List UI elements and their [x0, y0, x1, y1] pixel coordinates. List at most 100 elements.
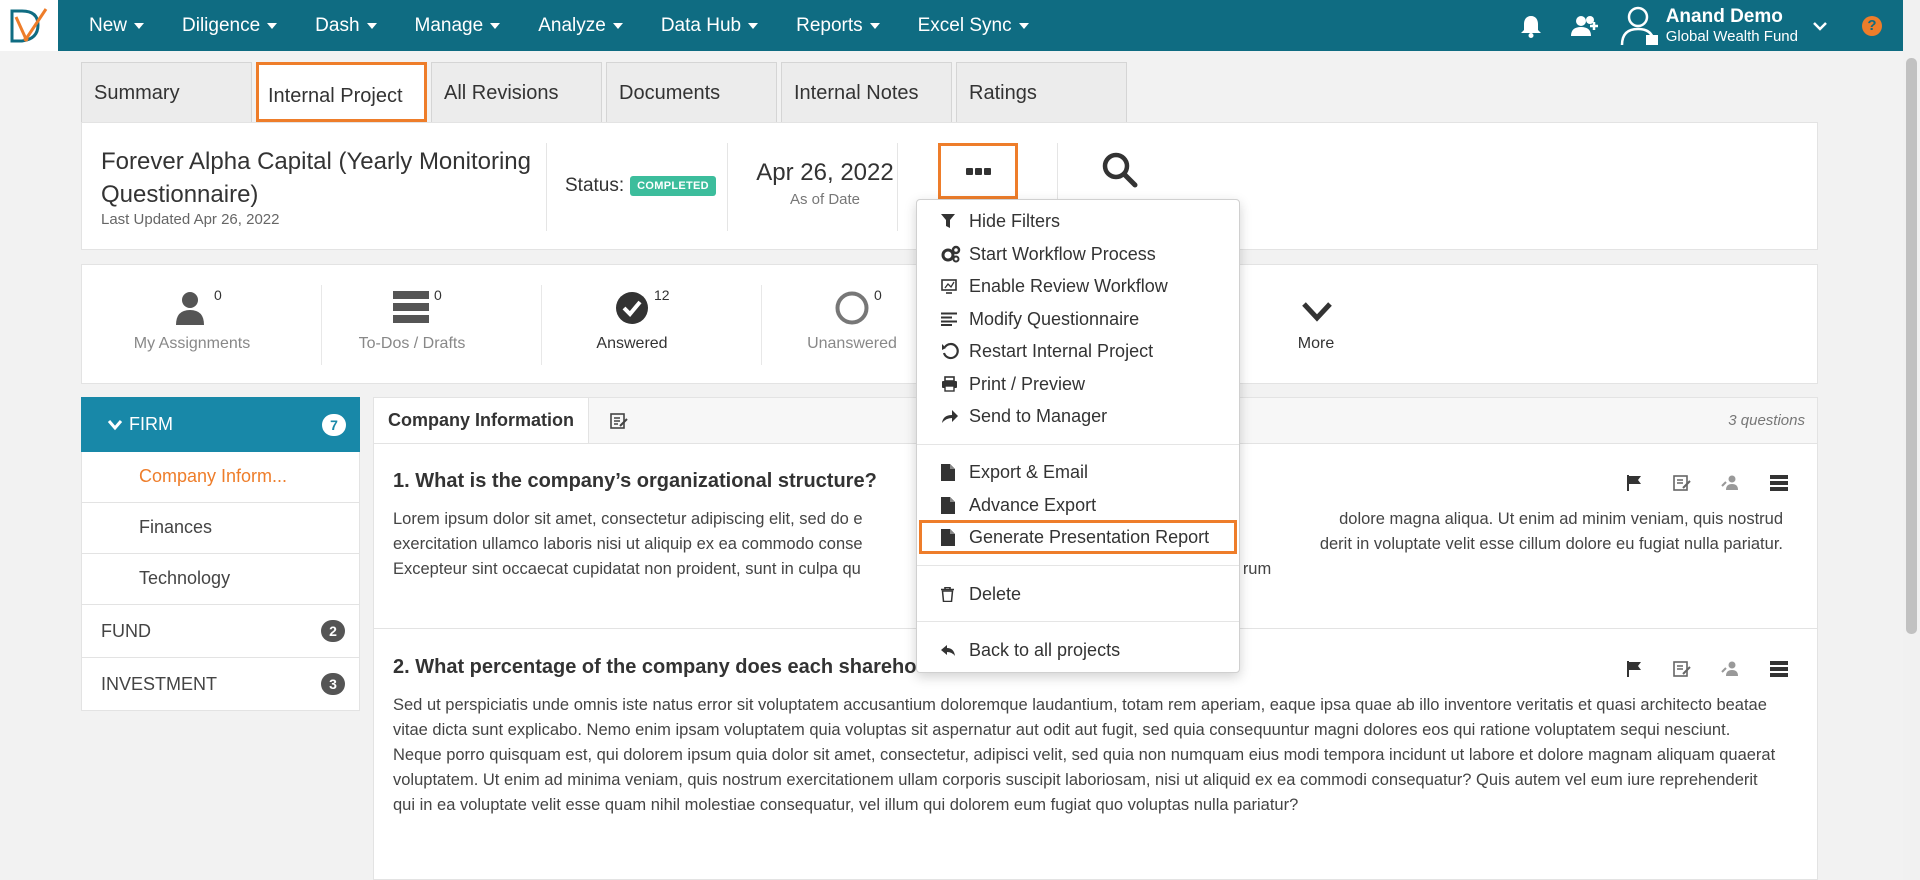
count-badge: 7 — [322, 414, 346, 436]
tab-all-revisions[interactable]: All Revisions — [431, 62, 602, 122]
sidebar-label: FIRM — [129, 414, 173, 434]
menu-item-label: Enable Review Workflow — [969, 275, 1168, 296]
server-icon — [393, 291, 429, 328]
chevron-down-icon — [1301, 301, 1333, 328]
nav-label: Dash — [315, 14, 360, 36]
database-icon[interactable] — [1769, 660, 1789, 678]
nav-label: Analyze — [538, 14, 606, 36]
scrollbar-thumb[interactable] — [1906, 58, 1917, 634]
count-badge: 2 — [321, 620, 345, 642]
menu-item-send-to-manager[interactable]: Send to Manager — [917, 401, 1239, 431]
database-icon[interactable] — [1769, 474, 1789, 492]
stat-count: 0 — [434, 287, 442, 303]
as-of-label: As of Date — [789, 191, 861, 208]
answer-text: rum — [1242, 560, 1272, 578]
menu-item-start-workflow[interactable]: Start Workflow Process — [917, 239, 1239, 269]
status-label: Status: — [565, 175, 625, 196]
more-actions-button[interactable] — [938, 143, 1018, 199]
menu-item-export-email[interactable]: Export & Email — [917, 457, 1239, 487]
nav-label: Data Hub — [660, 14, 742, 36]
dot — [983, 167, 991, 175]
menu-item-label: Back to all projects — [969, 639, 1121, 660]
align-left-icon — [941, 312, 965, 326]
section-title: Company Information — [374, 398, 590, 443]
more-actions-menu: Hide Filters Start Workflow Process Enab… — [916, 199, 1240, 673]
nav-label: Manage — [414, 14, 484, 36]
sidebar-item-finances[interactable]: Finances — [81, 503, 360, 554]
nav-reports[interactable]: Reports — [777, 0, 899, 51]
search-icon[interactable] — [1101, 151, 1139, 194]
edit-icon[interactable] — [1673, 474, 1691, 492]
file-icon — [941, 496, 965, 514]
top-navbar: New Diligence Dash Manage Analyze Data H… — [0, 0, 1920, 51]
assign-icon[interactable] — [1721, 474, 1739, 492]
page-scrollbar[interactable] — [1903, 0, 1920, 880]
nav-data-hub[interactable]: Data Hub — [642, 0, 777, 51]
tab-internal-project[interactable]: Internal Project — [256, 62, 427, 122]
menu-item-label: Print / Preview — [969, 373, 1086, 394]
user-name: Anand Demo — [1665, 5, 1783, 27]
flag-icon[interactable] — [1625, 474, 1643, 492]
caret-down-icon — [748, 22, 759, 29]
tab-documents[interactable]: Documents — [606, 62, 777, 122]
restart-icon — [941, 342, 965, 360]
caret-down-icon — [1018, 22, 1029, 29]
status: Status: COMPLETED — [565, 175, 716, 197]
help-icon[interactable]: ? — [1862, 15, 1882, 36]
menu-item-back-to-projects[interactable]: Back to all projects — [917, 635, 1239, 665]
nav-dash[interactable]: Dash — [296, 0, 395, 51]
answer-text: dolore magna aliqua. Ut enim ad minim ve… — [1339, 510, 1783, 528]
add-user-icon[interactable] — [1570, 14, 1600, 38]
nav-analyze[interactable]: Analyze — [519, 0, 642, 51]
menu-item-label: Start Workflow Process — [969, 243, 1156, 264]
file-icon — [941, 528, 965, 546]
menu-item-restart-project[interactable]: Restart Internal Project — [917, 336, 1239, 366]
menu-item-enable-review[interactable]: Enable Review Workflow — [917, 271, 1239, 301]
app-logo[interactable] — [0, 0, 58, 51]
nav-right: Anand Demo Global Wealth Fund ? — [1506, 0, 1920, 51]
cogs-icon — [941, 245, 965, 263]
sidebar-item-technology[interactable]: Technology — [81, 554, 360, 605]
tab-internal-notes[interactable]: Internal Notes — [781, 62, 952, 122]
nav-diligence[interactable]: Diligence — [163, 0, 296, 51]
question-count: 3 questions — [1728, 412, 1805, 429]
sidebar-item-investment[interactable]: INVESTMENT 3 — [81, 658, 360, 711]
nav-excel-sync[interactable]: Excel Sync — [899, 0, 1048, 51]
edit-icon[interactable] — [1673, 660, 1691, 678]
user-icon — [1620, 6, 1658, 45]
nav-manage[interactable]: Manage — [396, 0, 520, 51]
menu-item-hide-filters[interactable]: Hide Filters — [917, 206, 1239, 236]
stat-my-assignments[interactable]: 0 My Assignments — [82, 265, 302, 385]
question-2: 2. What percentage of the company does e… — [374, 656, 1817, 818]
assign-icon[interactable] — [1721, 660, 1739, 678]
share-icon — [941, 409, 965, 424]
last-updated: Last Updated Apr 26, 2022 — [101, 211, 280, 228]
flag-icon[interactable] — [1625, 660, 1643, 678]
sidebar-item-fund[interactable]: FUND 2 — [81, 605, 360, 658]
divider — [727, 143, 728, 231]
tab-ratings[interactable]: Ratings — [956, 62, 1127, 122]
edit-icon[interactable] — [610, 412, 628, 435]
bell-icon[interactable] — [1520, 14, 1542, 38]
menu-item-delete[interactable]: Delete — [917, 579, 1239, 609]
menu-item-print-preview[interactable]: Print / Preview — [917, 369, 1239, 399]
sidebar-item-firm[interactable]: FIRM 7 — [81, 397, 360, 452]
nav-new[interactable]: New — [70, 0, 163, 51]
nav-label: Diligence — [182, 14, 261, 36]
menu-item-modify-questionnaire[interactable]: Modify Questionnaire — [917, 304, 1239, 334]
stat-answered[interactable]: 12 Answered — [522, 265, 742, 385]
as-of-date: Apr 26, 2022 — [756, 159, 894, 186]
menu-item-generate-presentation-report[interactable]: Generate Presentation Report — [919, 520, 1237, 554]
stat-todos-drafts[interactable]: 0 To-Dos / Drafts — [302, 265, 522, 385]
chevron-down-icon — [107, 419, 123, 430]
menu-divider — [917, 565, 1239, 566]
answer-text: Excepteur sint occaecat cupidatat non pr… — [393, 560, 861, 578]
user-menu[interactable]: Anand Demo Global Wealth Fund — [1620, 5, 1828, 47]
question-actions — [1625, 660, 1789, 678]
caret-down-icon — [490, 22, 501, 29]
main-menu: New Diligence Dash Manage Analyze Data H… — [70, 0, 1048, 51]
monitor-icon — [941, 278, 965, 294]
tab-summary[interactable]: Summary — [81, 62, 252, 122]
menu-item-advance-export[interactable]: Advance Export — [917, 490, 1239, 520]
sidebar-item-company-information[interactable]: Company Inform... — [81, 452, 360, 503]
